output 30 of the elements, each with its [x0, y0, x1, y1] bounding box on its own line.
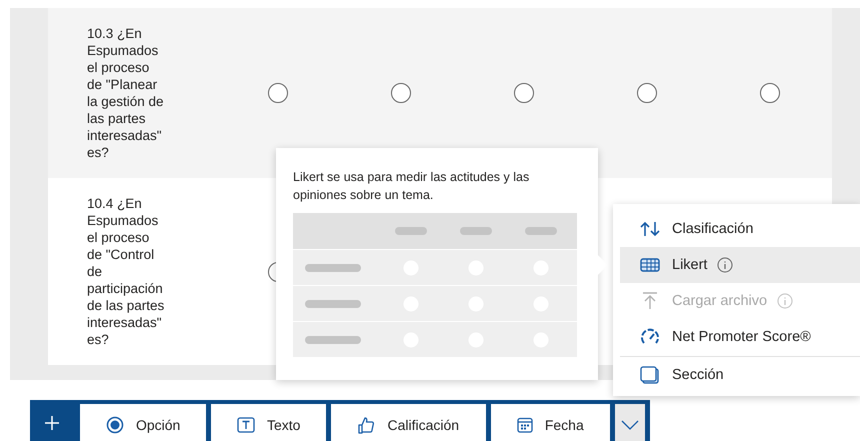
radio-icon: [106, 416, 124, 434]
menu-item[interactable]: Net Promoter Score®: [620, 319, 860, 355]
upload-icon: [640, 292, 660, 310]
add-icon: [44, 414, 60, 430]
calendar-icon: [516, 416, 533, 432]
grid-icon: [640, 257, 660, 273]
info-icon: [717, 257, 734, 273]
sort-arrows-icon: [640, 221, 660, 237]
radio-button[interactable]: [760, 83, 780, 103]
question-type-button[interactable]: Texto: [211, 404, 326, 441]
radio-button[interactable]: [636, 83, 656, 103]
question-text: 10.4 ¿En Espumados el proceso de "Control de participación de las partes interesadas" es?: [86, 195, 166, 348]
text-icon: [236, 416, 255, 432]
radio-button[interactable]: [514, 83, 534, 103]
question-type-button[interactable]: Fecha: [490, 404, 610, 441]
gauge-icon: [640, 328, 660, 346]
popover-description: Likert se usa para medir las actitudes y las opiniones sobre un tema.: [293, 169, 530, 204]
radio-button[interactable]: [390, 83, 410, 103]
info-icon: [777, 293, 794, 309]
question-text: 10.3 ¿En Espumados el proceso de "Planear la gestión de las partes interesadas" es?: [86, 25, 165, 161]
menu-item[interactable]: Clasificación: [620, 211, 860, 247]
more-button[interactable]: [615, 404, 645, 441]
radio-button[interactable]: [268, 83, 288, 103]
section-icon: [640, 366, 660, 384]
question-type-button[interactable]: Opción: [80, 404, 206, 441]
menu-item[interactable]: Likert: [620, 247, 860, 283]
question-type-button[interactable]: Calificación: [331, 404, 486, 441]
chevron-down-icon: [621, 420, 640, 430]
thumbs-up-icon: [357, 416, 376, 434]
menu-item[interactable]: Sección: [620, 356, 860, 393]
